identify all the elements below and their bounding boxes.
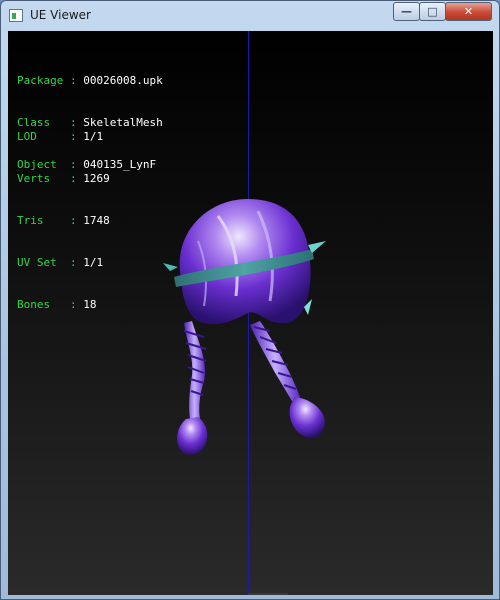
close-button[interactable]: ✕ [445,2,492,21]
hair-mesh-render [163,199,326,455]
app-window: UE Viewer — □ ✕ Package : 00026008.upk C… [0,0,500,600]
3d-viewport[interactable]: Package : 00026008.upk Class : SkeletalM… [8,31,493,595]
minimize-icon: — [401,5,412,18]
app-icon [9,9,23,22]
maximize-icon: □ [427,5,438,18]
title-bar[interactable]: UE Viewer — □ ✕ [1,1,499,31]
right-braid-tip [289,397,325,438]
window-title: UE Viewer [30,8,91,22]
close-icon: ✕ [463,5,474,18]
left-braid-tip [177,417,208,455]
minimize-button[interactable]: — [393,2,420,21]
maximize-button[interactable]: □ [419,2,446,21]
viewport-bottom-edge [248,593,288,595]
